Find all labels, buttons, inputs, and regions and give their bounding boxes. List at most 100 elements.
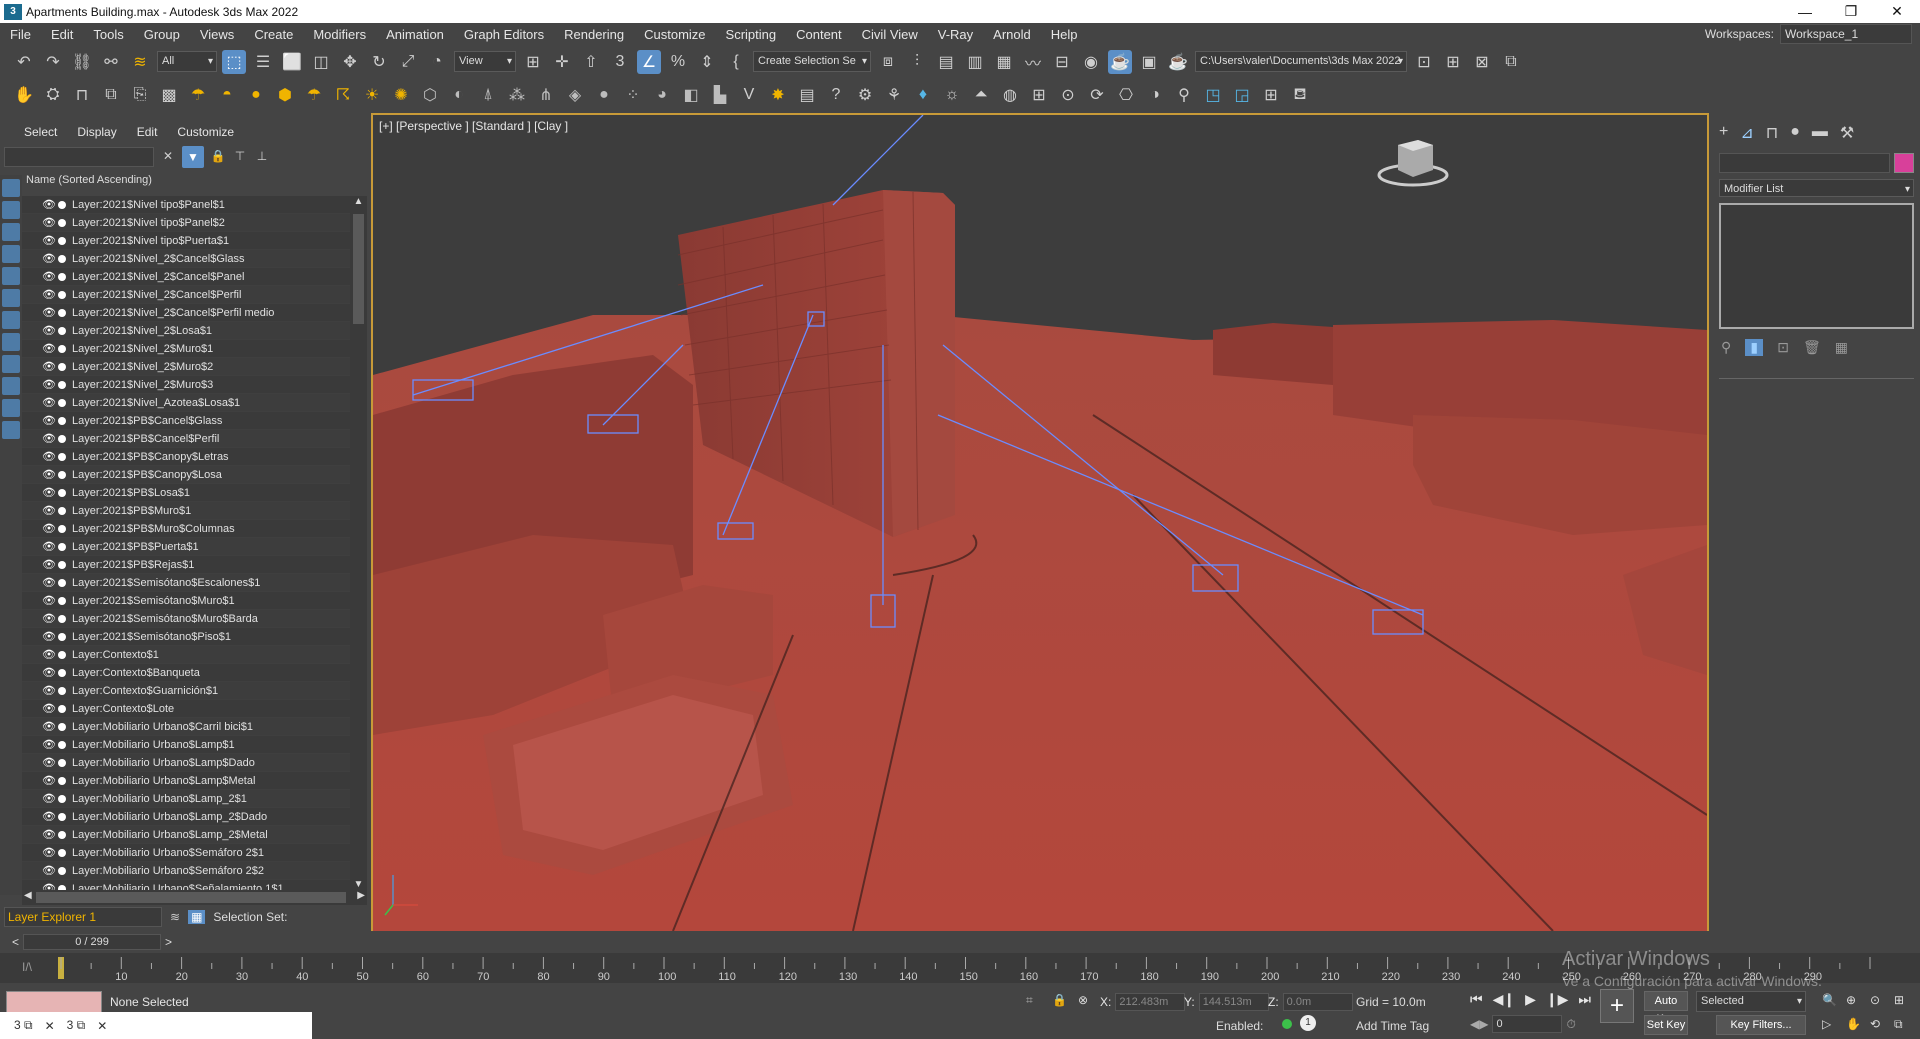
place-icon[interactable]: ◔	[425, 50, 449, 74]
clear-search-icon[interactable]: ✕	[160, 149, 176, 165]
restore-icon[interactable]: ❐	[1828, 0, 1874, 23]
freeze-dot-icon[interactable]	[58, 650, 66, 659]
viewport-frame-icon[interactable]: ◳	[1201, 83, 1225, 107]
layer-row[interactable]: 👁 Layer:2021$Semisótano$Muro$Barda	[22, 610, 350, 628]
explorer-menu-display[interactable]: Display	[77, 125, 116, 143]
select-by-name-icon[interactable]: ☰	[251, 50, 275, 74]
freeze-dot-icon[interactable]	[58, 452, 66, 461]
pin-stack-icon[interactable]: ⚲	[1721, 339, 1731, 356]
maxscript-listener[interactable]	[6, 991, 102, 1013]
vertical-scrollbar[interactable]: ▲ ▼	[350, 196, 367, 890]
visibility-eye-icon[interactable]: 👁	[42, 376, 56, 394]
filter-icon[interactable]: ▼	[182, 146, 204, 168]
freeze-dot-icon[interactable]	[58, 758, 66, 767]
freeze-dot-icon[interactable]	[58, 632, 66, 641]
mirror-icon[interactable]: ⧈	[876, 50, 900, 74]
gallery-icon[interactable]: ▩	[157, 83, 181, 107]
visibility-eye-icon[interactable]: 👁	[42, 502, 56, 520]
freeze-dot-icon[interactable]	[58, 218, 66, 227]
arnold-light-icon[interactable]: ♦	[911, 83, 935, 107]
current-frame-field[interactable]: 0	[1492, 1015, 1563, 1033]
freeze-dot-icon[interactable]	[58, 542, 66, 551]
selection-lock-icon[interactable]: 🔒	[1052, 993, 1067, 1007]
visibility-eye-icon[interactable]: 👁	[42, 682, 56, 700]
visibility-eye-icon[interactable]: 👁	[42, 448, 56, 466]
viewport-label[interactable]: [+] [Perspective ] [Standard ] [Clay ]	[379, 119, 568, 133]
freeze-dot-icon[interactable]	[58, 506, 66, 515]
display-helpers-icon[interactable]	[2, 267, 20, 285]
layer-row[interactable]: 👁 Layer:Mobiliario Urbano$Señalamiento 1$…	[22, 880, 350, 890]
menu-help[interactable]: Help	[1041, 27, 1088, 42]
layer-row[interactable]: 👁 Layer:Mobiliario Urbano$Carril bici$1	[22, 718, 350, 736]
visibility-eye-icon[interactable]: 👁	[42, 538, 56, 556]
layer-row[interactable]: 👁 Layer:Mobiliario Urbano$Lamp_2$Metal	[22, 826, 350, 844]
select-object-icon[interactable]: ⬚	[222, 49, 246, 74]
freeze-dot-icon[interactable]	[58, 308, 66, 317]
visibility-eye-icon[interactable]: 👁	[42, 790, 56, 808]
layer-row[interactable]: 👁 Layer:2021$PB$Muro$Columnas	[22, 520, 350, 538]
freeze-dot-icon[interactable]	[58, 596, 66, 605]
freeze-dot-icon[interactable]	[58, 668, 66, 677]
scroll-up-icon[interactable]: ▲	[350, 196, 367, 207]
column-header-name[interactable]: Name (Sorted Ascending)	[22, 171, 367, 189]
align-icon[interactable]: ⫶	[905, 50, 929, 74]
hierarchy-expand-icon[interactable]: ⊥	[254, 149, 270, 165]
layer-row[interactable]: 👁 Layer:2021$Nivel_2$Muro$1	[22, 340, 350, 358]
select-manipulate-icon[interactable]: ✛	[550, 50, 574, 74]
render-elements-icon[interactable]: ▤	[795, 83, 819, 107]
layer-row[interactable]: 👁 Layer:Contexto$1	[22, 646, 350, 664]
visibility-eye-icon[interactable]: 👁	[42, 808, 56, 826]
set-key-big-icon[interactable]: +	[1600, 989, 1634, 1023]
hscroll-thumb[interactable]	[36, 892, 346, 903]
maximize-viewport-icon[interactable]: ⧉	[1894, 1017, 1903, 1032]
taskbar-app-icon-2[interactable]: 3 ⧉	[67, 1018, 86, 1033]
visibility-eye-icon[interactable]: 👁	[42, 466, 56, 484]
menu-modifiers[interactable]: Modifiers	[303, 27, 376, 42]
unlink-icon[interactable]: ⚯	[99, 50, 123, 74]
layer-row[interactable]: 👁 Layer:2021$Nivel_2$Muro$2	[22, 358, 350, 376]
info-icon[interactable]: 1	[1300, 1015, 1316, 1031]
curve-editor-mini-icon[interactable]: I/\	[22, 960, 32, 974]
display-frozen-icon[interactable]	[2, 399, 20, 417]
project-folder-icon[interactable]: ⊡	[1412, 50, 1436, 74]
zoom-extents-icon[interactable]: ⊙	[1870, 993, 1880, 1007]
fov-icon[interactable]: ▷	[1822, 1017, 1831, 1031]
motion-tab-icon[interactable]: ●	[1790, 123, 1800, 143]
rendered-frame-window-icon[interactable]: ▣	[1137, 50, 1161, 74]
layer-row[interactable]: 👁 Layer:2021$Nivel tipo$Panel$1	[22, 196, 350, 214]
freeze-dot-icon[interactable]	[58, 470, 66, 479]
explorer-selector-dropdown[interactable]: Layer Explorer 1	[4, 907, 162, 927]
display-spacewarps-icon[interactable]	[2, 289, 20, 307]
display-tab-icon[interactable]: ▬	[1812, 123, 1828, 143]
layer-row[interactable]: 👁 Layer:2021$PB$Cancel$Glass	[22, 412, 350, 430]
auto-key-button[interactable]: Auto Key	[1644, 991, 1688, 1025]
material-preview-icon[interactable]: ◕	[650, 83, 674, 107]
vray-proxy-icon[interactable]: ⬡	[418, 83, 442, 107]
snaps-toggle-icon[interactable]: 3	[608, 50, 632, 74]
display-shapes-icon[interactable]	[2, 201, 20, 219]
menu-animation[interactable]: Animation	[376, 27, 454, 42]
display-bones-icon[interactable]	[2, 355, 20, 373]
freeze-dot-icon[interactable]	[58, 686, 66, 695]
layer-row[interactable]: 👁 Layer:Mobiliario Urbano$Semáforo 2$1	[22, 844, 350, 862]
object-color-swatch[interactable]	[1894, 153, 1914, 173]
menu-scripting[interactable]: Scripting	[716, 27, 787, 42]
window-crossing-icon[interactable]: ◫	[309, 50, 333, 74]
scroll-right-icon[interactable]: ▶	[357, 890, 365, 901]
undo-icon[interactable]: ↶	[12, 50, 36, 74]
viewport-grid-icon[interactable]: ⊞	[1259, 83, 1283, 107]
freeze-dot-icon[interactable]	[58, 290, 66, 299]
menu-edit[interactable]: Edit	[41, 27, 83, 42]
scale-icon[interactable]: ⤢	[396, 50, 420, 74]
bind-space-warp-icon[interactable]: ≋	[128, 50, 152, 74]
layer-row[interactable]: 👁 Layer:2021$Nivel_2$Muro$3	[22, 376, 350, 394]
visibility-eye-icon[interactable]: 👁	[42, 736, 56, 754]
previous-frame-icon[interactable]: ◀❙	[1493, 991, 1516, 1008]
time-next-icon[interactable]: >	[165, 935, 172, 949]
material-balls-icon[interactable]: ⁘	[621, 83, 645, 107]
arnold-lamp-icon[interactable]: ⚲	[1172, 83, 1196, 107]
freeze-dot-icon[interactable]	[58, 326, 66, 335]
taskbar-close-icon[interactable]: ✕	[45, 1019, 55, 1033]
vray-sphere-icon[interactable]: ◐	[447, 83, 471, 107]
layer-row[interactable]: 👁 Layer:Mobiliario Urbano$Lamp_2$Dado	[22, 808, 350, 826]
